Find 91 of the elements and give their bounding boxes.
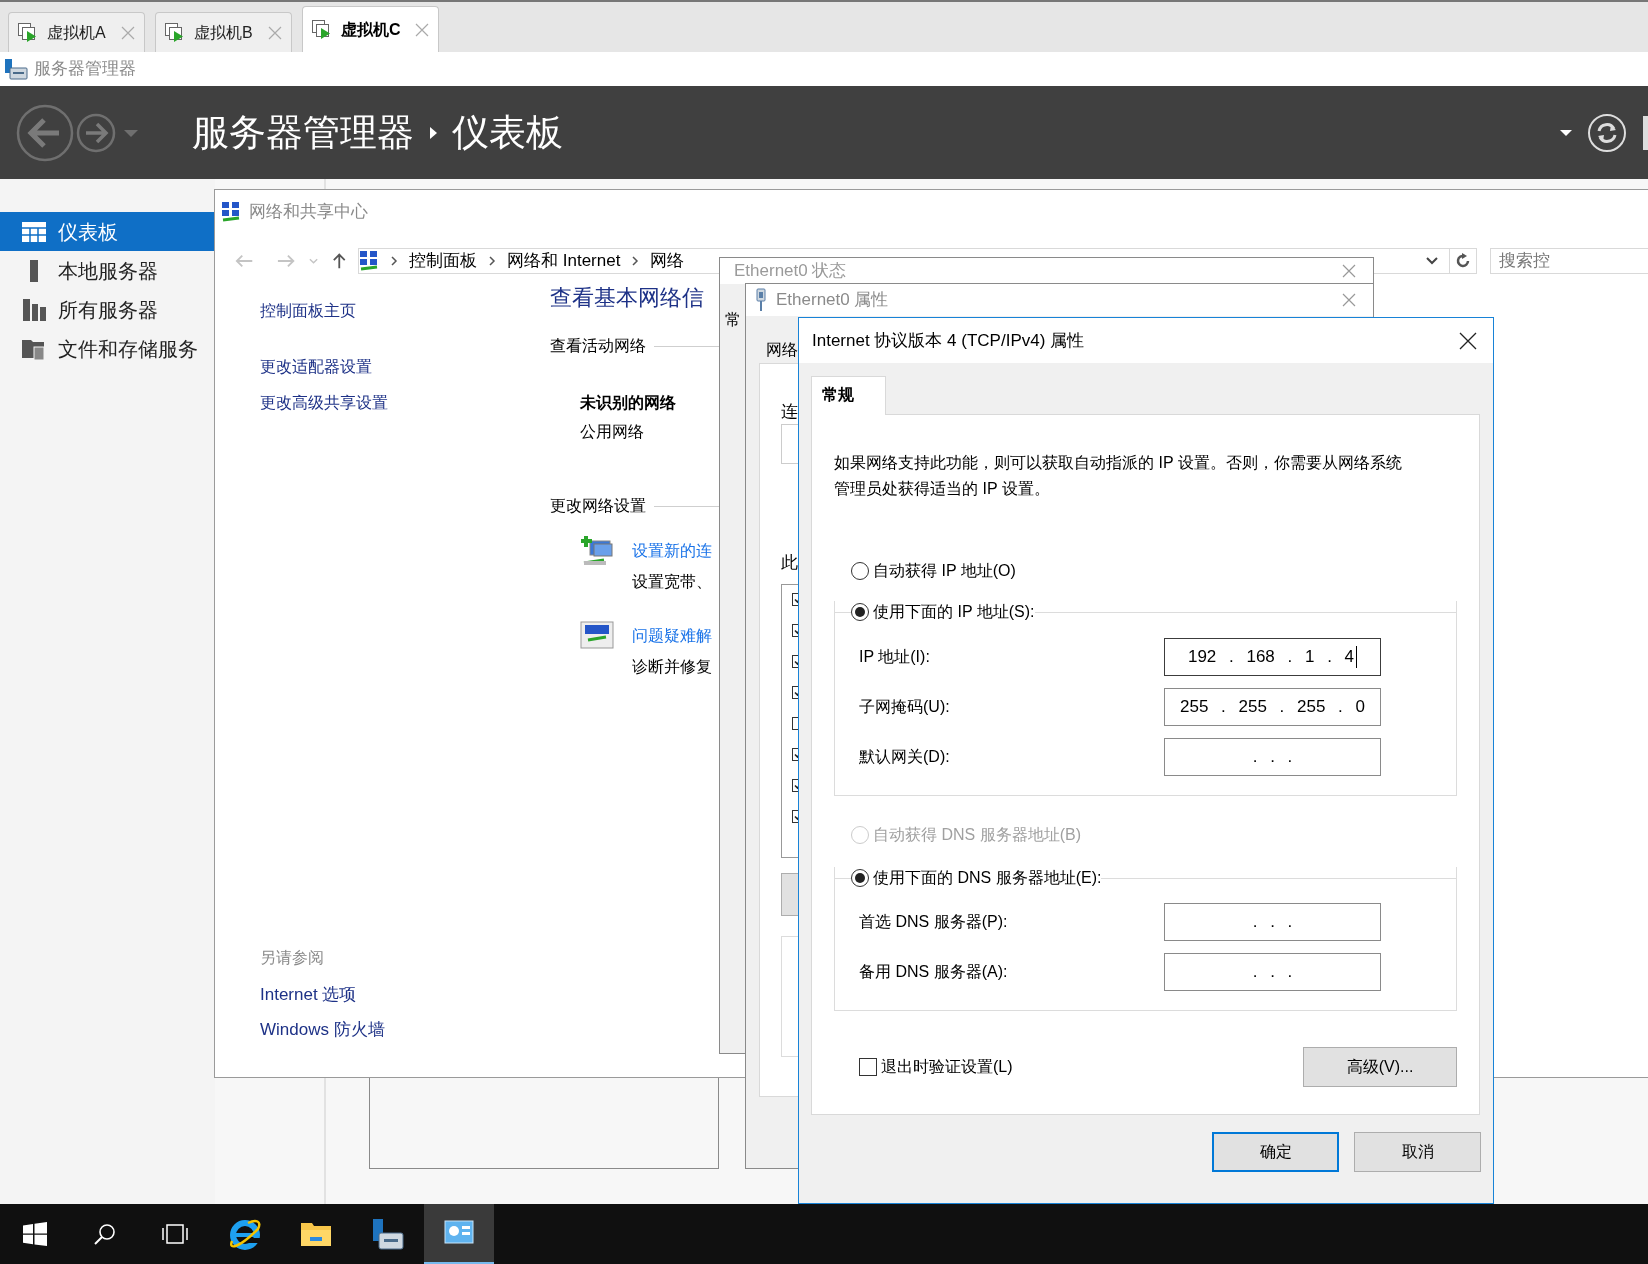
advanced-button[interactable]: 高级(V)... xyxy=(1303,1047,1457,1087)
back-button[interactable] xyxy=(16,103,74,162)
chevron-right-icon[interactable] xyxy=(631,255,640,267)
ip-address-field[interactable]: . . . xyxy=(1164,903,1381,941)
dropdown-arrow-icon[interactable] xyxy=(1559,127,1573,138)
radio-label: 自动获得 DNS 服务器地址(B) xyxy=(873,825,1081,845)
chevron-right-icon[interactable] xyxy=(390,255,398,267)
vm-tab[interactable]: 虚拟机C xyxy=(302,6,439,52)
section-heading: 另请参阅 xyxy=(260,948,324,968)
server-icon xyxy=(22,298,46,321)
radio-button[interactable] xyxy=(851,869,869,887)
dialog-button[interactable]: 取消 xyxy=(1354,1132,1481,1172)
section-heading: 查看活动网络 xyxy=(550,336,646,356)
field-label: 默认网关(D): xyxy=(858,747,951,767)
network-diagnose-icon xyxy=(580,620,614,650)
network-icon xyxy=(221,201,241,223)
usb-plug-icon xyxy=(754,288,768,312)
action-link[interactable]: 设置新的连 xyxy=(632,535,712,566)
network-add-icon xyxy=(580,535,614,567)
ip-address-field[interactable]: . . . xyxy=(1164,738,1381,776)
ip-address-field[interactable]: 255 . 255 . 255 . 0 xyxy=(1164,688,1381,726)
field-label: IP 地址(I): xyxy=(858,647,931,667)
virtual-machine-icon xyxy=(164,21,186,44)
network-name: 未识别的网络 xyxy=(580,393,676,413)
taskbar-button[interactable] xyxy=(424,1204,494,1264)
task-link[interactable]: 更改适配器设置 xyxy=(260,356,372,378)
up-button[interactable] xyxy=(332,252,347,270)
related-link[interactable]: Windows 防火墙 xyxy=(260,1019,385,1041)
breadcrumb[interactable]: 仪表板 xyxy=(452,114,563,151)
tab[interactable]: 常规 xyxy=(811,376,886,415)
vm-tab[interactable]: 虚拟机B xyxy=(155,12,292,52)
task-view-icon xyxy=(160,1223,190,1245)
app-title: 服务器管理器 xyxy=(34,58,136,81)
task-link[interactable]: 控制面板主页 xyxy=(260,300,356,322)
section-heading: 更改网络设置 xyxy=(550,496,646,516)
folder-icon xyxy=(300,1220,332,1248)
text-cursor xyxy=(1356,646,1358,668)
field-label: 此 xyxy=(781,552,798,574)
radio-button[interactable] xyxy=(851,562,869,580)
network-type: 公用网络 xyxy=(580,422,644,442)
field-label: 备用 DNS 服务器(A): xyxy=(858,962,1009,982)
task-link[interactable]: 更改高级共享设置 xyxy=(260,392,388,414)
field-label: 子网掩码(U): xyxy=(858,697,951,717)
dialog-button[interactable]: 确定 xyxy=(1212,1132,1339,1172)
radio-label: 使用下面的 IP 地址(S): xyxy=(873,602,1035,622)
checkbox-label: 退出时验证设置(L) xyxy=(881,1057,1013,1077)
folder-icon xyxy=(22,337,46,360)
sidebar-item[interactable]: 文件和存储服务 xyxy=(0,329,215,368)
sidebar-item[interactable]: 仪表板 xyxy=(0,212,215,251)
server-manager-icon xyxy=(371,1217,405,1251)
chevron-right-icon[interactable] xyxy=(488,255,496,267)
radio-button[interactable] xyxy=(851,603,869,621)
window-title: Ethernet0 属性 xyxy=(776,289,890,312)
breadcrumb-separator-icon xyxy=(428,125,438,140)
virtual-machine-icon xyxy=(311,18,333,41)
vm-tab[interactable]: 虚拟机A xyxy=(8,12,145,52)
grid-icon xyxy=(22,221,46,242)
window-title: Internet 协议版本 4 (TCP/IPv4) 属性 xyxy=(812,329,1086,352)
server-manager-icon xyxy=(4,57,28,81)
sidebar-item[interactable]: 所有服务器 xyxy=(0,290,215,329)
field-label: 连 xyxy=(781,401,798,423)
browser-e-icon xyxy=(228,1217,262,1251)
page-heading: 查看基本网络信 xyxy=(550,284,704,312)
description-text: 如果网络支持此功能，则可以获取自动指派的 IP 设置。否则，你需要从网络系统管理员处获得适当的 IP 设置。 xyxy=(834,453,1403,499)
windows-logo-icon xyxy=(23,1222,47,1246)
related-link[interactable]: Internet 选项 xyxy=(260,984,357,1006)
virtual-machine-icon xyxy=(17,21,39,44)
network-icon xyxy=(359,250,379,272)
radio-label: 使用下面的 DNS 服务器地址(E): xyxy=(873,868,1102,888)
action-description: 诊断并修复 xyxy=(632,657,712,677)
search-icon xyxy=(93,1222,117,1246)
refresh-icon[interactable] xyxy=(1587,112,1627,153)
field-label: 首选 DNS 服务器(P): xyxy=(858,912,1009,932)
forward-button[interactable] xyxy=(76,112,116,153)
tab[interactable]: 网络 xyxy=(766,338,798,362)
sidebar-item[interactable]: 本地服务器 xyxy=(0,251,215,290)
window-title: Ethernet0 状态 xyxy=(734,261,848,281)
dashboard-window-icon xyxy=(444,1220,474,1246)
close-icon[interactable] xyxy=(1459,331,1477,350)
breadcrumb[interactable]: 服务器管理器 xyxy=(192,114,414,151)
action-description: 设置宽带、 xyxy=(632,572,712,592)
action-link[interactable]: 问题疑难解 xyxy=(632,620,712,651)
refresh-button[interactable] xyxy=(1449,248,1478,274)
ip-address-field[interactable]: . . . xyxy=(1164,953,1381,991)
tab[interactable]: 常 xyxy=(725,310,741,330)
ip-address-field[interactable]: 192 . 168 . 1 . 4 xyxy=(1164,638,1381,676)
refresh-icon xyxy=(1454,253,1471,269)
checkbox[interactable] xyxy=(859,1058,877,1076)
radio-label: 自动获得 IP 地址(O) xyxy=(873,561,1016,581)
window-title: 网络和共享中心 xyxy=(249,201,368,224)
search-field[interactable]: 搜索控 xyxy=(1490,248,1648,274)
